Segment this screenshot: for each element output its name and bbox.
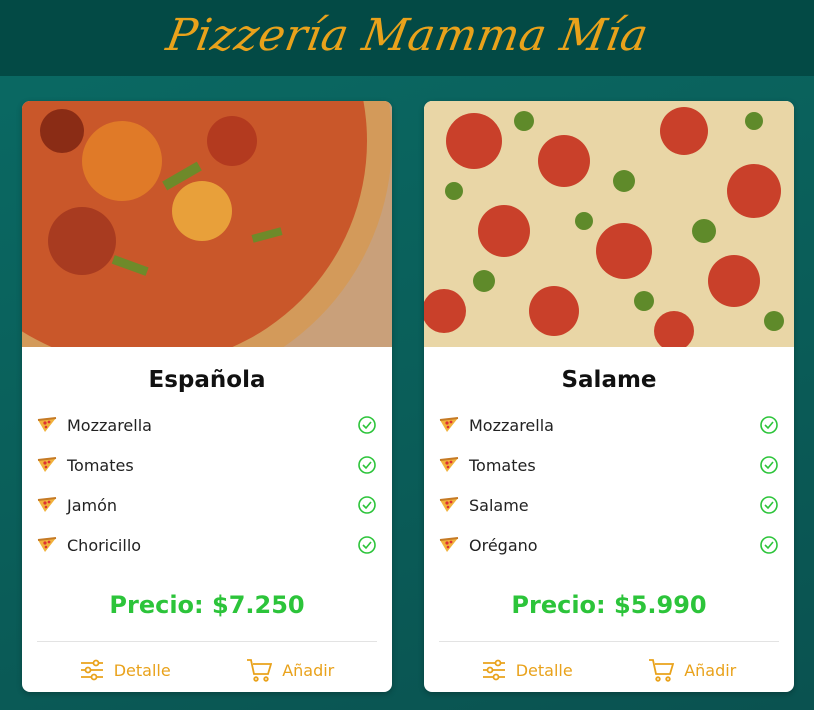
ingredient-item: Jamón	[37, 485, 377, 525]
check-badge-icon	[358, 456, 376, 474]
price-label: Precio: $7.250	[109, 591, 305, 619]
detail-label: Detalle	[113, 660, 171, 680]
pizza-title: Salame	[561, 367, 657, 393]
pizza-slice-icon	[37, 537, 57, 552]
ingredient-item: Orégano	[439, 525, 779, 565]
pizza-slice-icon	[439, 537, 459, 552]
detail-button[interactable]: Detalle	[482, 659, 573, 681]
ingredient-item: Mozzarella	[439, 405, 779, 445]
pizza-slice-icon	[439, 497, 459, 512]
ingredient-name: Orégano	[469, 535, 538, 555]
cart-icon	[649, 659, 675, 682]
check-badge-icon	[760, 416, 778, 434]
check-badge-icon	[760, 536, 778, 554]
price-label: Precio: $5.990	[511, 591, 707, 619]
brand-title: Pizzería Mamma Mía	[162, 9, 652, 61]
ingredient-name: Salame	[469, 495, 529, 515]
detail-button[interactable]: Detalle	[80, 659, 171, 681]
ingredient-item: Salame	[439, 485, 779, 525]
add-label: Añadir	[282, 660, 335, 680]
ingredient-item: Tomates	[439, 445, 779, 485]
check-badge-icon	[358, 536, 376, 554]
ingredient-item: Choricillo	[37, 525, 377, 565]
ingredient-name: Jamón	[67, 495, 118, 515]
ingredient-list: Mozzarella Tomates Jamón Choricillo	[22, 405, 392, 565]
ingredient-name: Tomates	[469, 455, 536, 475]
check-badge-icon	[358, 416, 376, 434]
ingredient-list: Mozzarella Tomates Salame Orégano	[424, 405, 794, 565]
check-badge-icon	[358, 496, 376, 514]
ingredient-item: Tomates	[37, 445, 377, 485]
ingredient-name: Tomates	[67, 455, 134, 475]
pizza-slice-icon	[37, 457, 57, 472]
ingredient-name: Mozzarella	[469, 415, 554, 435]
ingredient-name: Choricillo	[67, 535, 142, 555]
card-actions: Detalle Añadir	[424, 642, 794, 692]
check-badge-icon	[760, 496, 778, 514]
pizza-slice-icon	[439, 417, 459, 432]
sliders-icon	[80, 659, 103, 681]
add-label: Añadir	[684, 660, 737, 680]
pizza-image	[22, 101, 392, 347]
sliders-icon	[482, 659, 505, 681]
ingredient-name: Mozzarella	[67, 415, 152, 435]
pizza-card-espanola: Española Mozzarella Tomates Jamón Choric…	[22, 101, 392, 692]
ingredient-item: Mozzarella	[37, 405, 377, 445]
pizza-image	[424, 101, 794, 347]
detail-label: Detalle	[515, 660, 573, 680]
pizza-slice-icon	[37, 497, 57, 512]
pizza-card-salame: Salame Mozzarella Tomates Salame Orégano…	[424, 101, 794, 692]
check-badge-icon	[760, 456, 778, 474]
site-header: Pizzería Mamma Mía	[0, 0, 814, 76]
pizza-slice-icon	[37, 417, 57, 432]
card-actions: Detalle Añadir	[22, 642, 392, 692]
add-to-cart-button[interactable]: Añadir	[648, 658, 736, 682]
pizza-title: Española	[148, 367, 266, 393]
cart-icon	[247, 659, 273, 682]
add-to-cart-button[interactable]: Añadir	[246, 658, 334, 682]
pizza-slice-icon	[439, 457, 459, 472]
